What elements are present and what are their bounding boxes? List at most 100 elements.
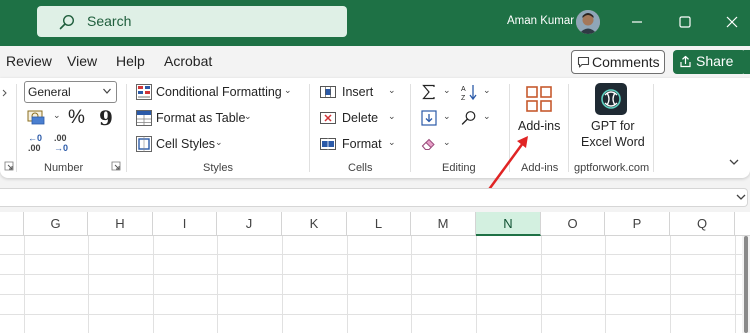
column-header-n[interactable]: N (476, 212, 541, 236)
increase-decimal-icon-lower: .00 (28, 143, 41, 153)
chevron-down-icon: ⌄ (443, 137, 451, 147)
format-as-table-label: Format as Table (156, 111, 246, 125)
chevron-down-icon: ⌄ (244, 111, 252, 121)
search-icon (59, 14, 75, 35)
gpt-label-line1: GPT for (591, 119, 635, 133)
chevron-down-icon: ⌄ (388, 137, 396, 147)
insert-label: Insert (342, 85, 374, 99)
column-header-j[interactable]: J (217, 212, 282, 236)
sort-filter-button[interactable]: AZ ⌄ (461, 83, 495, 103)
column-header-k[interactable]: K (282, 212, 347, 236)
tab-acrobat[interactable]: Acrobat (164, 53, 212, 69)
chevron-down-icon: ⌄ (53, 110, 61, 120)
gpt-for-excel-word-button[interactable]: GPT for Excel Word (576, 82, 648, 152)
tab-help[interactable]: Help (116, 53, 145, 69)
autosum-button[interactable]: ⌄ (421, 83, 455, 103)
chevron-down-icon: ⌄ (483, 111, 491, 121)
fill-button[interactable]: ⌄ (421, 109, 455, 129)
chevron-down-icon: ⌄ (443, 111, 451, 121)
find-icon (461, 111, 476, 125)
delete-button[interactable]: Delete ⌄ (320, 109, 402, 129)
expand-formula-bar-icon[interactable] (735, 192, 747, 202)
group-separator (653, 84, 654, 172)
format-button[interactable]: Format ⌄ (320, 135, 402, 155)
chevron-down-icon: ⌄ (215, 137, 223, 147)
group-separator (410, 84, 411, 172)
avatar[interactable] (576, 10, 600, 34)
chevron-down-icon: ⌄ (388, 111, 396, 121)
column-header-h[interactable]: H (88, 212, 153, 236)
share-label: Share (696, 53, 734, 69)
column-header-g[interactable]: G (24, 212, 88, 236)
fill-down-icon (421, 110, 437, 126)
group-label-gptforwork: gptforwork.com (574, 162, 650, 174)
increase-decimal-icon: ←0 (28, 133, 43, 143)
minimize-button[interactable] (629, 14, 645, 30)
column-header-m[interactable]: M (411, 212, 476, 236)
collapse-ribbon-icon[interactable] (728, 157, 740, 167)
maximize-button[interactable] (677, 14, 693, 30)
comments-button[interactable]: Comments (571, 50, 665, 74)
group-separator (16, 84, 17, 172)
share-button[interactable]: Share (673, 50, 746, 74)
autosum-icon (422, 84, 435, 100)
decrease-decimal-button[interactable]: .00 →0 (53, 133, 75, 155)
accounting-icon (27, 110, 45, 125)
dialog-launcher-icon[interactable] (4, 161, 14, 171)
add-ins-icon (526, 86, 552, 112)
gpt-logo-icon (595, 83, 627, 115)
format-cells-icon (320, 138, 336, 150)
search-box[interactable]: Search (37, 6, 347, 37)
cell-grid[interactable] (0, 236, 750, 333)
find-select-button[interactable]: ⌄ (461, 109, 495, 129)
cell-styles-label: Cell Styles (156, 137, 216, 151)
column-header-partial[interactable] (0, 212, 24, 236)
cell-styles-icon (136, 136, 152, 152)
chevron-down-icon: ⌄ (443, 85, 451, 95)
sort-filter-icon: AZ (461, 85, 477, 101)
number-format-select[interactable]: General (24, 81, 117, 103)
clear-button[interactable]: ⌄ (421, 135, 455, 155)
decrease-decimal-icon-lower: →0 (54, 143, 69, 153)
cell-styles-button[interactable]: Cell Styles ⌄ (136, 135, 228, 155)
comments-label: Comments (592, 54, 660, 70)
eraser-icon (421, 138, 435, 150)
increase-decimal-button[interactable]: ←0 .00 (27, 133, 49, 155)
tab-review[interactable]: Review (6, 53, 52, 69)
column-header-i[interactable]: I (153, 212, 217, 236)
share-icon (680, 55, 691, 68)
maximize-icon (679, 16, 691, 28)
conditional-formatting-button[interactable]: Conditional Formatting ⌄ (136, 83, 296, 103)
insert-button[interactable]: Insert ⌄ (320, 83, 402, 103)
format-as-table-icon (136, 110, 152, 126)
group-label-styles: Styles (203, 162, 233, 174)
chevron-down-icon: ⌄ (483, 85, 491, 95)
percent-style-button[interactable]: % (68, 107, 85, 129)
comma-style-button[interactable]: 9 (99, 106, 113, 130)
chevron-icon[interactable] (2, 88, 8, 98)
conditional-formatting-label: Conditional Formatting (156, 85, 282, 99)
share-dropdown[interactable] (744, 50, 750, 74)
group-separator (126, 84, 127, 172)
column-header-l[interactable]: L (347, 212, 411, 236)
user-name[interactable]: Aman Kumar (507, 15, 574, 27)
close-icon (726, 16, 738, 28)
comment-icon (577, 56, 590, 68)
conditional-formatting-icon (136, 84, 152, 100)
column-header-o[interactable]: O (541, 212, 605, 236)
format-as-table-button[interactable]: Format as Table ⌄ (136, 109, 256, 129)
decrease-decimal-icon: .00 (54, 133, 67, 143)
group-label-editing: Editing (442, 162, 476, 174)
group-label-cells: Cells (348, 162, 373, 174)
dialog-launcher-icon[interactable] (111, 161, 121, 171)
close-button[interactable] (724, 14, 740, 30)
delete-cells-icon (320, 112, 336, 124)
group-label-number: Number (44, 162, 84, 174)
column-header-q[interactable]: Q (670, 212, 735, 236)
formula-bar[interactable] (0, 188, 748, 207)
insert-cells-icon (320, 86, 336, 98)
accounting-format-button[interactable]: ⌄ (27, 108, 65, 128)
tab-view[interactable]: View (67, 53, 97, 69)
column-header-p[interactable]: P (605, 212, 670, 236)
minimize-icon (632, 21, 642, 23)
